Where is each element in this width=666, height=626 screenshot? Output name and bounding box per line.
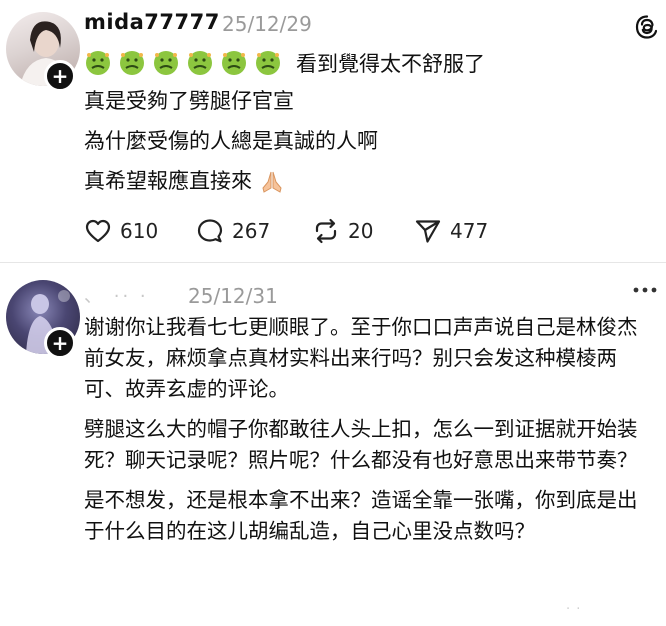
post-text-line-with-emoji: 真希望報應直接來: [84, 166, 286, 196]
post-paragraph: 是不想发，还是根本拿不出来？造谣全靠一张嘴，你到底是出于什么目的在这儿胡编乱造，…: [84, 488, 638, 543]
post-text-line: 看到覺得太不舒服了: [296, 52, 485, 76]
send-icon: [415, 220, 441, 243]
nauseated-face-emoji: [152, 49, 180, 77]
post-actions: 610 267 20 477: [84, 214, 644, 248]
post-date: 25/12/31: [188, 284, 278, 308]
repost-count: 20: [348, 219, 374, 243]
follow-button[interactable]: +: [44, 60, 76, 92]
nauseated-face-emoji: [186, 49, 214, 77]
post-paragraph: 谢谢你让我看七七更顺眼了。至于你口口声声说自己是林俊杰前女友，麻烦拿点真材实料出…: [84, 315, 638, 401]
post-text-line: 真是受夠了劈腿仔官宣: [84, 89, 294, 113]
post-text: 真希望報應直接來: [84, 169, 252, 193]
share-count: 477: [450, 219, 489, 243]
like-count: 610: [120, 219, 159, 243]
emoji-row: 看到覺得太不舒服了: [84, 48, 485, 78]
folded-hands-emoji: [262, 171, 282, 193]
share-button[interactable]: 477: [414, 214, 488, 248]
nauseated-face-emoji: [254, 49, 282, 77]
ellipsis-icon[interactable]: [630, 282, 660, 298]
follow-button[interactable]: +: [44, 327, 76, 359]
reply-count: 267: [232, 219, 271, 243]
reply-button[interactable]: 267: [196, 214, 270, 248]
repost-button[interactable]: 20: [312, 214, 373, 248]
like-button[interactable]: 610: [84, 214, 158, 248]
threads-logo-icon[interactable]: [634, 14, 660, 40]
post-date: 25/12/29: [222, 12, 312, 36]
username[interactable]: mida77777: [84, 10, 220, 34]
nauseated-face-emoji: [220, 49, 248, 77]
repost-icon: [315, 218, 337, 244]
watermark: · ·: [566, 602, 582, 617]
post-paragraph: 劈腿这么大的帽子你都敢往人头上扣，怎么一到证据就开始装死？聊天记录呢？照片呢？什…: [84, 417, 638, 472]
heart-icon: [85, 219, 111, 243]
nauseated-face-emoji: [118, 49, 146, 77]
masked-username[interactable]: 、 ·· ·: [84, 282, 149, 308]
speech-bubble-icon: [197, 219, 223, 243]
post-text-line: 為什麼受傷的人總是真誠的人啊: [84, 129, 378, 153]
nauseated-face-emoji: [84, 49, 112, 77]
post-body: 谢谢你让我看七七更顺眼了。至于你口口声声说自己是林俊杰前女友，麻烦拿点真材实料出…: [84, 312, 656, 556]
